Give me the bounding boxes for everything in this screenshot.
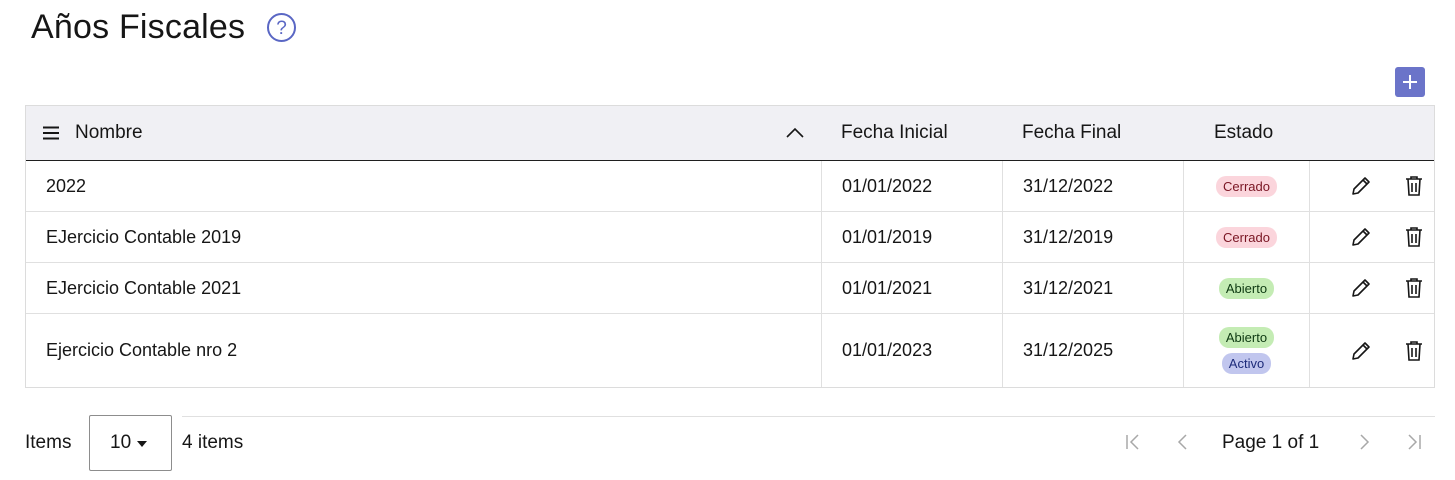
cell-fecha-inicial: 01/01/2019	[822, 212, 1003, 262]
trash-icon[interactable]	[1405, 226, 1423, 248]
cell-fecha-final: 31/12/2021	[1003, 263, 1184, 313]
cell-estado: Cerrado	[1184, 212, 1310, 262]
table-header: Nombre Fecha Inicial Fecha Final Estado	[26, 106, 1434, 161]
cell-fecha-final: 31/12/2025	[1003, 314, 1184, 387]
cell-fecha-inicial: 01/01/2021	[822, 263, 1003, 313]
pencil-icon[interactable]	[1350, 226, 1372, 248]
page-indicator: Page 1 of 1	[1222, 432, 1320, 453]
column-label-fecha-final: Fecha Final	[1022, 122, 1122, 143]
pencil-icon[interactable]	[1350, 175, 1372, 197]
table-row[interactable]: EJercicio Contable 2019 01/01/2019 31/12…	[26, 212, 1434, 263]
next-page-icon[interactable]	[1357, 433, 1373, 451]
cell-nombre: EJercicio Contable 2021	[26, 263, 822, 313]
svg-text:?: ?	[276, 18, 287, 39]
sort-ascending-icon[interactable]	[785, 126, 805, 140]
last-page-icon[interactable]	[1406, 433, 1422, 451]
status-badge: Abierto	[1218, 277, 1275, 299]
status-badge: Activo	[1221, 353, 1272, 374]
column-label-nombre: Nombre	[75, 122, 143, 143]
page-title: Años Fiscales	[31, 8, 246, 46]
items-per-page-value: 10	[110, 432, 132, 453]
cell-actions	[1310, 212, 1434, 262]
items-count: 4 items	[182, 432, 244, 453]
caret-down-icon	[137, 440, 148, 447]
trash-icon[interactable]	[1405, 175, 1423, 197]
table-row[interactable]: EJercicio Contable 2021 01/01/2021 31/12…	[26, 263, 1434, 314]
cell-actions	[1310, 161, 1434, 211]
column-header-nombre[interactable]: Nombre	[26, 106, 822, 160]
cell-nombre: 2022	[26, 161, 822, 211]
table-row[interactable]: 2022 01/01/2022 31/12/2022 Cerrado	[26, 161, 1434, 212]
column-header-estado[interactable]: Estado	[1184, 106, 1310, 160]
cell-fecha-inicial: 01/01/2022	[822, 161, 1003, 211]
column-header-fecha-final[interactable]: Fecha Final	[1003, 106, 1184, 160]
cell-actions	[1310, 314, 1434, 387]
pencil-icon[interactable]	[1350, 277, 1372, 299]
first-page-icon[interactable]	[1125, 433, 1141, 451]
trash-icon[interactable]	[1405, 277, 1423, 299]
cell-fecha-final: 31/12/2019	[1003, 212, 1184, 262]
pagination-divider	[182, 416, 1435, 417]
cell-actions	[1310, 263, 1434, 313]
cell-nombre: EJercicio Contable 2019	[26, 212, 822, 262]
cell-fecha-final: 31/12/2022	[1003, 161, 1184, 211]
trash-icon[interactable]	[1405, 340, 1423, 362]
question-circle-icon[interactable]: ?	[266, 12, 297, 43]
column-label-estado: Estado	[1214, 122, 1274, 143]
cell-fecha-inicial: 01/01/2023	[822, 314, 1003, 387]
column-header-actions	[1310, 106, 1434, 160]
column-label-fecha-inicial: Fecha Inicial	[841, 122, 948, 143]
add-fiscal-year-button[interactable]	[1395, 67, 1425, 97]
items-per-page-select[interactable]: 10	[89, 415, 172, 471]
pencil-icon[interactable]	[1350, 340, 1372, 362]
menu-icon[interactable]	[42, 126, 60, 140]
cell-estado: Abierto	[1184, 263, 1310, 313]
table-row[interactable]: Ejercicio Contable nro 2 01/01/2023 31/1…	[26, 314, 1434, 387]
cell-estado: Cerrado	[1184, 161, 1310, 211]
items-per-page-label: Items	[25, 432, 72, 453]
cell-estado: Abierto Activo	[1184, 314, 1310, 387]
column-header-fecha-inicial[interactable]: Fecha Inicial	[822, 106, 1003, 160]
cell-nombre: Ejercicio Contable nro 2	[26, 314, 822, 387]
status-badge: Cerrado	[1216, 226, 1277, 248]
status-badge: Abierto	[1218, 327, 1275, 348]
plus-icon	[1403, 75, 1417, 89]
status-badge: Cerrado	[1216, 175, 1277, 197]
previous-page-icon[interactable]	[1174, 433, 1190, 451]
fiscal-years-table: Nombre Fecha Inicial Fecha Final Estado …	[25, 105, 1435, 388]
